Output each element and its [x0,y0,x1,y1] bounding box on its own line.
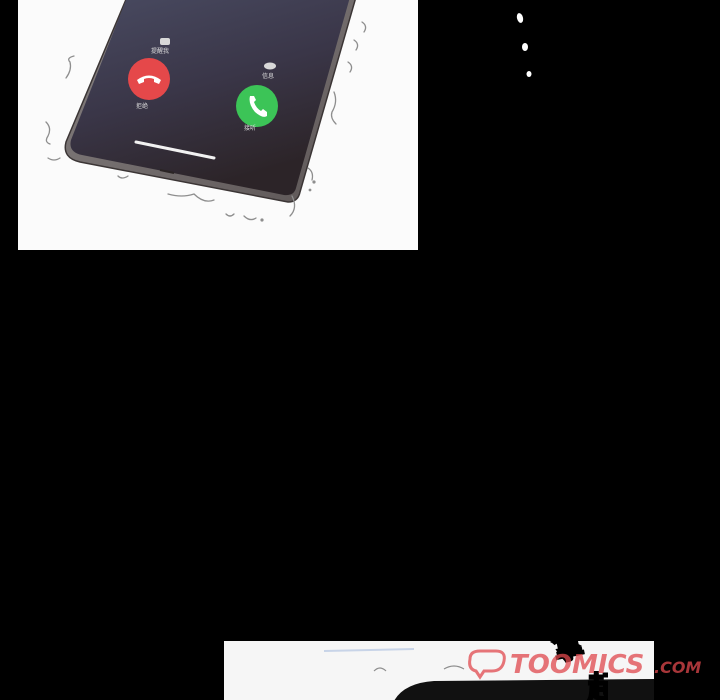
falling-dots [516,13,532,77]
decline-call-button [128,58,170,100]
remind-me-label: 提醒我 [151,47,169,55]
message-icon [264,62,276,70]
toomics-watermark: TOOMICS .COM [464,645,714,685]
phone-call-panel: 提醒我 信息 拒绝 接听 [18,0,418,250]
watermark-brand: TOOMICS [510,650,644,680]
accept-call-button [236,85,278,127]
alarm-icon [160,38,170,45]
watermark-suffix: .COM [654,658,701,677]
accept-label: 接听 [244,124,256,132]
toomics-logo-icon [468,649,506,680]
message-label: 信息 [262,72,274,80]
phone-illustration: 提醒我 信息 拒绝 接听 [45,0,367,222]
decline-label: 拒绝 [136,102,148,110]
